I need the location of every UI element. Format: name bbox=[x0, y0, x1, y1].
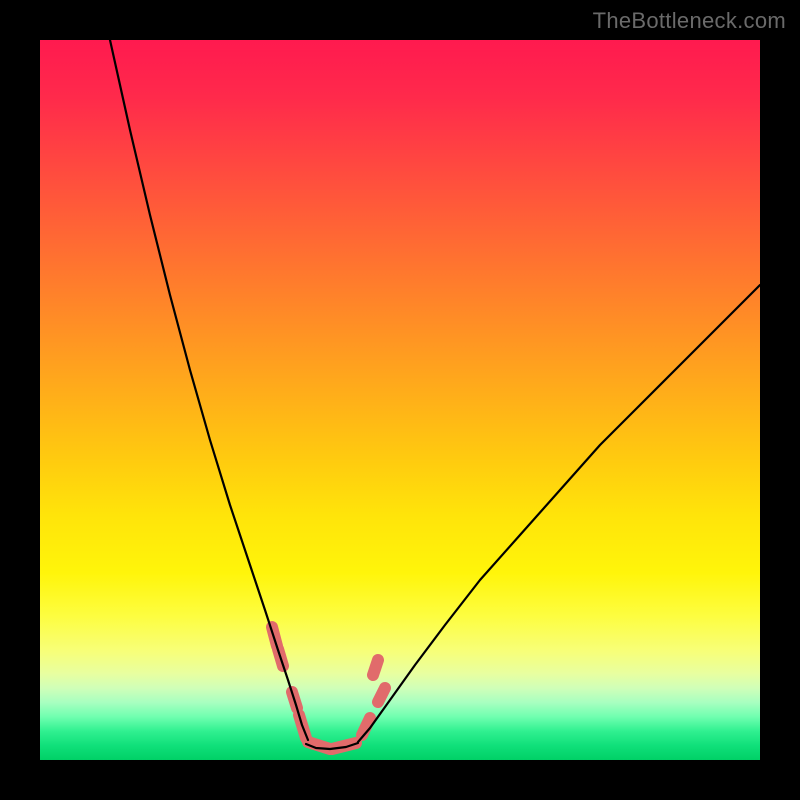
right-curve bbox=[358, 285, 760, 742]
chart-frame: TheBottleneck.com bbox=[0, 0, 800, 800]
curve-layer bbox=[40, 40, 760, 760]
marker-segment bbox=[373, 660, 378, 675]
plot-area bbox=[40, 40, 760, 760]
marker-segment bbox=[378, 688, 385, 702]
watermark-text: TheBottleneck.com bbox=[593, 8, 786, 34]
